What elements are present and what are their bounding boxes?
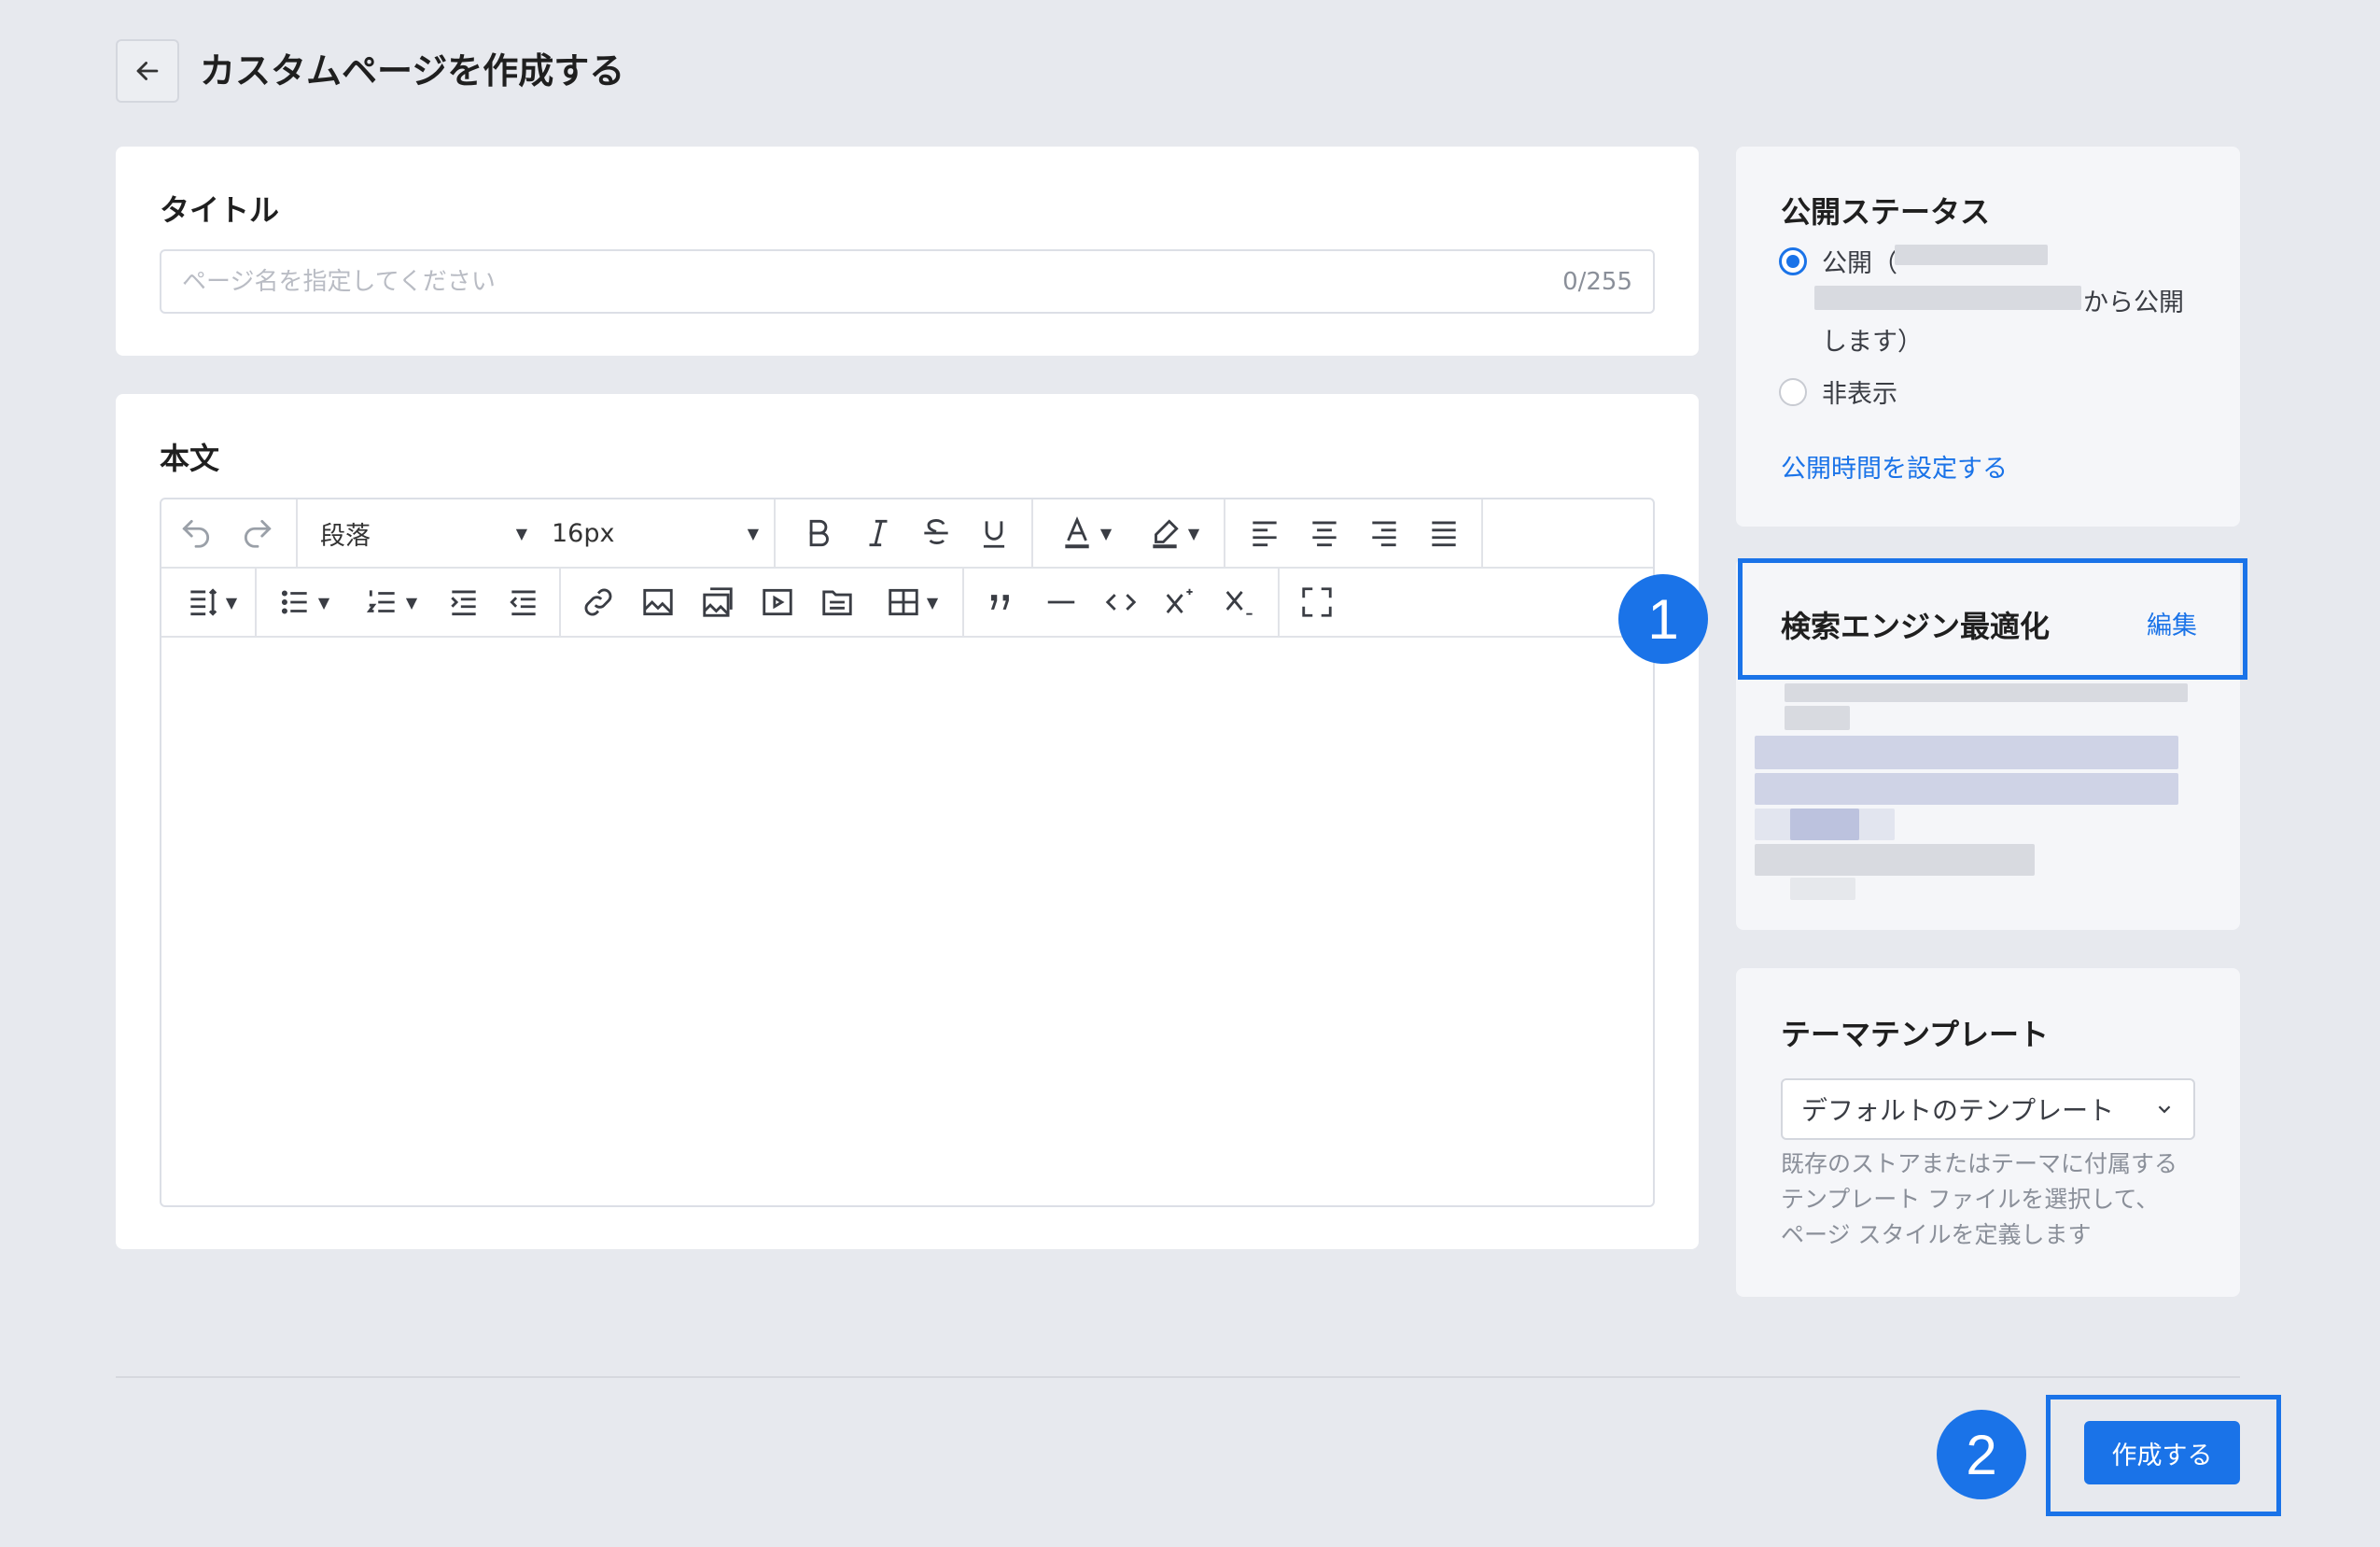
page-title: カスタムページを作成する (200, 50, 625, 91)
step-badge-1: 1 (1618, 574, 1708, 664)
title-field[interactable]: 0/255 (160, 249, 1655, 314)
file-icon[interactable] (815, 582, 860, 623)
numbered-list-icon[interactable]: ▼ (354, 582, 428, 623)
caret-down-icon: ▼ (747, 524, 759, 542)
theme-template-label: テーマテンプレート (1781, 1017, 2050, 1052)
hidden-option-label: 非表示 (1822, 380, 1897, 409)
align-left-icon[interactable] (1242, 513, 1287, 554)
body-label: 本文 (160, 441, 220, 476)
font-size-select-value: 16px (552, 518, 615, 548)
align-right-icon[interactable] (1362, 513, 1407, 554)
create-highlight-box (2046, 1395, 2281, 1516)
editor-content-area[interactable] (161, 640, 1653, 1205)
strikethrough-icon[interactable] (914, 513, 959, 554)
image-icon[interactable] (636, 582, 680, 623)
template-select[interactable]: デフォルトのテンプレート (1781, 1078, 2195, 1140)
toolbar-row-1: 段落 ▼ 16px ▼ ▼ ▼ (161, 499, 1653, 569)
public-option-label: 公開（ (1822, 249, 1897, 278)
redo-icon[interactable] (240, 513, 275, 554)
undo-icon[interactable] (178, 513, 214, 554)
set-publish-time-link[interactable]: 公開時間を設定する (1781, 448, 2008, 485)
link-icon[interactable] (576, 582, 621, 623)
align-justify-icon[interactable] (1421, 513, 1466, 554)
quote-icon[interactable] (979, 582, 1024, 623)
public-option-end: します） (1822, 328, 1923, 357)
line-height-icon[interactable]: ▼ (178, 582, 244, 623)
back-button[interactable] (116, 39, 179, 103)
caret-down-icon: ▼ (515, 524, 527, 542)
template-helper-text: 既存のストアまたはテーマに付属するテンプレート ファイルを選択して、ページ スタ… (1781, 1150, 2178, 1248)
template-select-value: デフォルトのテンプレート (1801, 1095, 2115, 1126)
paragraph-select-value: 段落 (320, 521, 371, 551)
subscript-icon[interactable] (1218, 582, 1263, 623)
rich-text-editor: 段落 ▼ 16px ▼ ▼ ▼ ▼ ▼ ▼ ▼ (160, 498, 1655, 1207)
code-icon[interactable] (1099, 582, 1143, 623)
font-size-select[interactable]: 16px ▼ (552, 513, 759, 554)
superscript-icon[interactable] (1158, 582, 1203, 623)
footer-divider (116, 1376, 2240, 1378)
public-option-suffix: から公開 (2083, 288, 2184, 317)
underline-icon[interactable] (972, 513, 1016, 554)
font-color-icon[interactable]: ▼ (1048, 513, 1123, 554)
align-center-icon[interactable] (1302, 513, 1347, 554)
arrow-left-icon (136, 62, 159, 80)
title-label: タイトル (160, 192, 280, 228)
hidden-radio[interactable] (1779, 378, 1807, 406)
fullscreen-icon[interactable] (1295, 582, 1339, 623)
image-gallery-icon[interactable] (695, 582, 740, 623)
indent-icon[interactable] (441, 582, 486, 623)
chevron-down-icon (2158, 1105, 2171, 1114)
seo-highlight-box (1738, 558, 2247, 680)
step-badge-2: 2 (1937, 1410, 2026, 1499)
bullet-list-icon[interactable]: ▼ (266, 582, 341, 623)
highlight-color-icon[interactable]: ▼ (1136, 513, 1211, 554)
horizontal-rule-icon[interactable] (1039, 582, 1084, 623)
title-input[interactable] (182, 267, 1563, 296)
char-count: 0/255 (1562, 267, 1632, 296)
italic-icon[interactable] (856, 513, 901, 554)
toolbar-row-2: ▼ ▼ ▼ ▼ (161, 569, 1653, 638)
video-icon[interactable] (755, 582, 800, 623)
public-radio[interactable] (1779, 247, 1807, 275)
table-icon[interactable]: ▼ (875, 582, 949, 623)
publish-status-label: 公開ステータス (1781, 194, 1991, 230)
paragraph-select[interactable]: 段落 ▼ (320, 513, 527, 554)
bold-icon[interactable] (796, 513, 841, 554)
outdent-icon[interactable] (501, 582, 546, 623)
